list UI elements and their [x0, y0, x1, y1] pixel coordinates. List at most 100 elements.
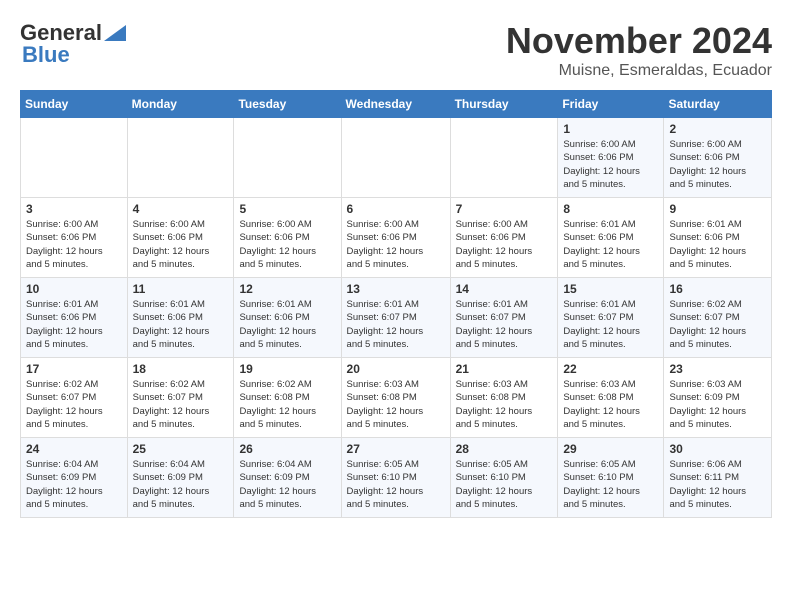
calendar-cell	[341, 118, 450, 198]
day-info: Sunrise: 6:05 AM Sunset: 6:10 PM Dayligh…	[456, 458, 553, 511]
day-number: 14	[456, 282, 553, 296]
calendar-cell: 2Sunrise: 6:00 AM Sunset: 6:06 PM Daylig…	[664, 118, 772, 198]
day-info: Sunrise: 6:04 AM Sunset: 6:09 PM Dayligh…	[26, 458, 122, 511]
calendar-week-row: 17Sunrise: 6:02 AM Sunset: 6:07 PM Dayli…	[21, 358, 772, 438]
day-number: 17	[26, 362, 122, 376]
page-header: General Blue November 2024 Muisne, Esmer…	[20, 20, 772, 80]
day-number: 8	[563, 202, 658, 216]
day-number: 11	[133, 282, 229, 296]
day-info: Sunrise: 6:01 AM Sunset: 6:06 PM Dayligh…	[563, 218, 658, 271]
calendar-cell: 5 Sunrise: 6:00 AM Sunset: 6:06 PM Daylig…	[234, 198, 341, 278]
calendar-cell	[127, 118, 234, 198]
logo: General Blue	[20, 20, 126, 68]
day-number: 10	[26, 282, 122, 296]
day-number: 25	[133, 442, 229, 456]
day-number: 9	[669, 202, 766, 216]
calendar-cell: 16 Sunrise: 6:02 AM Sunset: 6:07 PM Dayli…	[664, 278, 772, 358]
header-tuesday: Tuesday	[234, 91, 341, 118]
day-number: 5	[239, 202, 335, 216]
day-info: Sunrise: 6:01 AM Sunset: 6:06 PM Dayligh…	[239, 298, 335, 351]
calendar-cell: 4 Sunrise: 6:00 AM Sunset: 6:06 PM Daylig…	[127, 198, 234, 278]
day-number: 28	[456, 442, 553, 456]
calendar-cell: 15 Sunrise: 6:01 AM Sunset: 6:07 PM Dayli…	[558, 278, 664, 358]
day-info: Sunrise: 6:01 AM Sunset: 6:06 PM Dayligh…	[133, 298, 229, 351]
calendar-week-row: 1 Sunrise: 6:00 AM Sunset: 6:06 PM Daylig…	[21, 118, 772, 198]
calendar-cell	[21, 118, 128, 198]
day-number: 27	[347, 442, 445, 456]
day-info: Sunrise: 6:01 AM Sunset: 6:07 PM Dayligh…	[563, 298, 658, 351]
calendar-week-row: 3 Sunrise: 6:00 AM Sunset: 6:06 PM Daylig…	[21, 198, 772, 278]
calendar-table: Sunday Monday Tuesday Wednesday Thursday…	[20, 90, 772, 518]
header-monday: Monday	[127, 91, 234, 118]
day-info: Sunrise: 6:01 AM Sunset: 6:07 PM Dayligh…	[456, 298, 553, 351]
day-number: 15	[563, 282, 658, 296]
day-number: 6	[347, 202, 445, 216]
calendar-week-row: 24 Sunrise: 6:04 AM Sunset: 6:09 PM Dayli…	[21, 438, 772, 518]
calendar-cell: 10 Sunrise: 6:01 AM Sunset: 6:06 PM Dayli…	[21, 278, 128, 358]
calendar-cell: 28 Sunrise: 6:05 AM Sunset: 6:10 PM Dayli…	[450, 438, 558, 518]
day-info: Sunrise: 6:06 AM Sunset: 6:11 PM Dayligh…	[669, 458, 766, 511]
calendar-cell: 9Sunrise: 6:01 AM Sunset: 6:06 PM Daylig…	[664, 198, 772, 278]
calendar-cell	[450, 118, 558, 198]
day-info: Sunrise: 6:01 AM Sunset: 6:07 PM Dayligh…	[347, 298, 445, 351]
day-info: Sunrise: 6:05 AM Sunset: 6:10 PM Dayligh…	[563, 458, 658, 511]
day-info: Sunrise: 6:04 AM Sunset: 6:09 PM Dayligh…	[239, 458, 335, 511]
calendar-cell: 18Sunrise: 6:02 AM Sunset: 6:07 PM Dayli…	[127, 358, 234, 438]
day-number: 29	[563, 442, 658, 456]
header-sunday: Sunday	[21, 91, 128, 118]
title-block: November 2024 Muisne, Esmeraldas, Ecuado…	[506, 20, 772, 80]
calendar-cell: 20Sunrise: 6:03 AM Sunset: 6:08 PM Dayli…	[341, 358, 450, 438]
day-number: 4	[133, 202, 229, 216]
day-info: Sunrise: 6:03 AM Sunset: 6:08 PM Dayligh…	[563, 378, 658, 431]
day-info: Sunrise: 6:03 AM Sunset: 6:08 PM Dayligh…	[456, 378, 553, 431]
day-number: 21	[456, 362, 553, 376]
day-info: Sunrise: 6:01 AM Sunset: 6:06 PM Dayligh…	[26, 298, 122, 351]
calendar-cell: 6 Sunrise: 6:00 AM Sunset: 6:06 PM Daylig…	[341, 198, 450, 278]
day-info: Sunrise: 6:05 AM Sunset: 6:10 PM Dayligh…	[347, 458, 445, 511]
day-number: 23	[669, 362, 766, 376]
calendar-week-row: 10 Sunrise: 6:01 AM Sunset: 6:06 PM Dayli…	[21, 278, 772, 358]
calendar-cell: 1 Sunrise: 6:00 AM Sunset: 6:06 PM Daylig…	[558, 118, 664, 198]
day-number: 20	[347, 362, 445, 376]
day-info: Sunrise: 6:02 AM Sunset: 6:08 PM Dayligh…	[239, 378, 335, 431]
day-info: Sunrise: 6:00 AM Sunset: 6:06 PM Dayligh…	[133, 218, 229, 271]
day-info: Sunrise: 6:00 AM Sunset: 6:06 PM Dayligh…	[456, 218, 553, 271]
calendar-cell: 22 Sunrise: 6:03 AM Sunset: 6:08 PM Dayli…	[558, 358, 664, 438]
header-friday: Friday	[558, 91, 664, 118]
calendar-header-row: Sunday Monday Tuesday Wednesday Thursday…	[21, 91, 772, 118]
day-number: 13	[347, 282, 445, 296]
day-number: 22	[563, 362, 658, 376]
day-number: 18	[133, 362, 229, 376]
calendar-cell: 30 Sunrise: 6:06 AM Sunset: 6:11 PM Dayli…	[664, 438, 772, 518]
location-subtitle: Muisne, Esmeraldas, Ecuador	[506, 62, 772, 80]
month-title: November 2024	[506, 20, 772, 62]
day-info: Sunrise: 6:02 AM Sunset: 6:07 PM Dayligh…	[669, 298, 766, 351]
calendar-cell: 7 Sunrise: 6:00 AM Sunset: 6:06 PM Daylig…	[450, 198, 558, 278]
calendar-cell: 8 Sunrise: 6:01 AM Sunset: 6:06 PM Daylig…	[558, 198, 664, 278]
calendar-cell: 19 Sunrise: 6:02 AM Sunset: 6:08 PM Dayli…	[234, 358, 341, 438]
day-info: Sunrise: 6:00 AM Sunset: 6:06 PM Dayligh…	[239, 218, 335, 271]
day-number: 2	[669, 122, 766, 136]
day-number: 24	[26, 442, 122, 456]
day-number: 1	[563, 122, 658, 136]
day-number: 7	[456, 202, 553, 216]
day-number: 16	[669, 282, 766, 296]
calendar-cell: 11 Sunrise: 6:01 AM Sunset: 6:06 PM Dayli…	[127, 278, 234, 358]
logo-icon	[104, 25, 126, 41]
calendar-cell: 14 Sunrise: 6:01 AM Sunset: 6:07 PM Dayli…	[450, 278, 558, 358]
calendar-cell: 3 Sunrise: 6:00 AM Sunset: 6:06 PM Daylig…	[21, 198, 128, 278]
calendar-cell: 21 Sunrise: 6:03 AM Sunset: 6:08 PM Dayli…	[450, 358, 558, 438]
logo-blue: Blue	[22, 42, 70, 68]
day-info: Sunrise: 6:00 AM Sunset: 6:06 PM Dayligh…	[563, 138, 658, 191]
header-saturday: Saturday	[664, 91, 772, 118]
day-number: 19	[239, 362, 335, 376]
calendar-cell: 23 Sunrise: 6:03 AM Sunset: 6:09 PM Dayli…	[664, 358, 772, 438]
calendar-cell: 17Sunrise: 6:02 AM Sunset: 6:07 PM Dayli…	[21, 358, 128, 438]
day-info: Sunrise: 6:00 AM Sunset: 6:06 PM Dayligh…	[26, 218, 122, 271]
header-wednesday: Wednesday	[341, 91, 450, 118]
day-info: Sunrise: 6:00 AM Sunset: 6:06 PM Dayligh…	[347, 218, 445, 271]
day-number: 30	[669, 442, 766, 456]
header-thursday: Thursday	[450, 91, 558, 118]
day-info: Sunrise: 6:03 AM Sunset: 6:09 PM Dayligh…	[669, 378, 766, 431]
day-number: 3	[26, 202, 122, 216]
